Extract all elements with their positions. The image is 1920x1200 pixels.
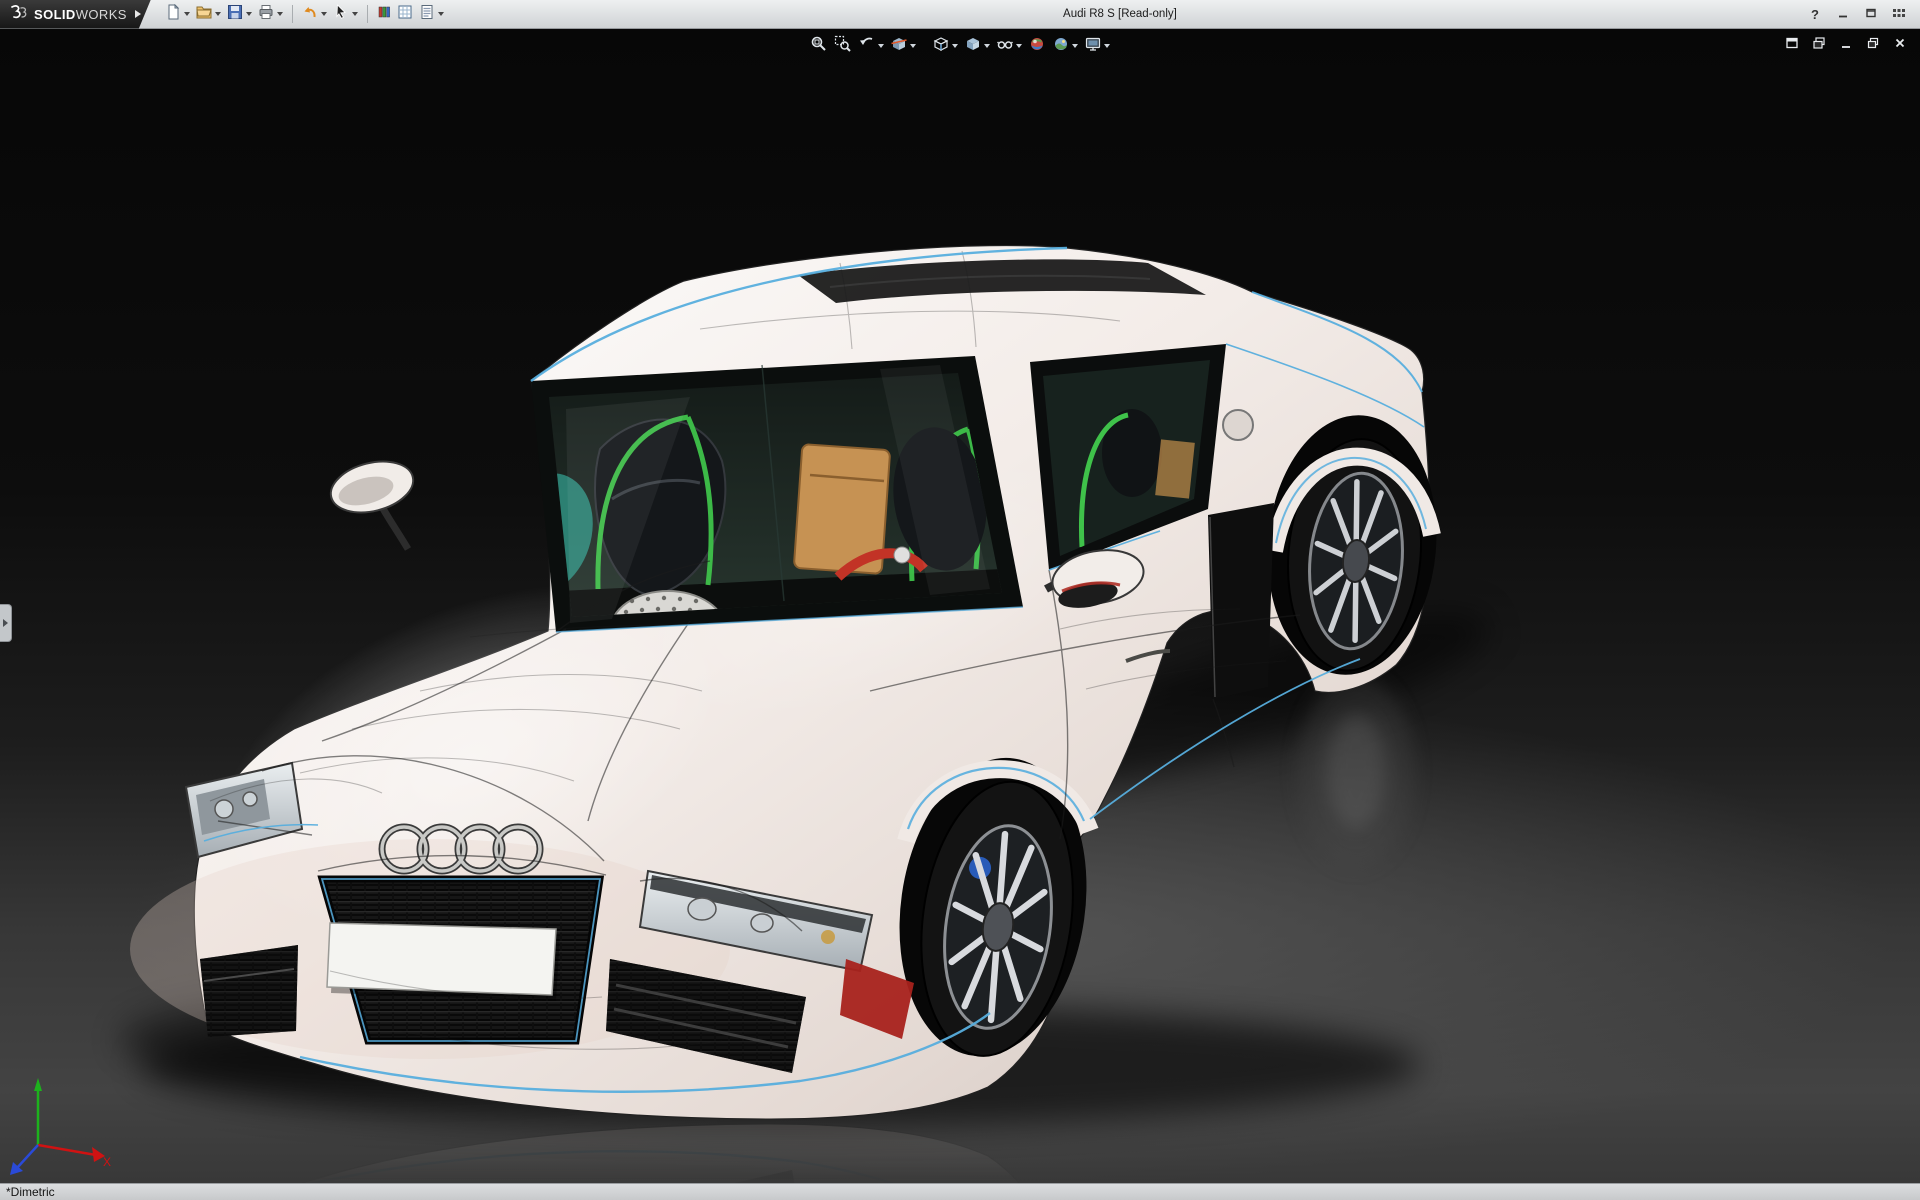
save-icon [227,4,243,25]
display-style-dropdown[interactable] [984,44,990,48]
open-dropdown[interactable] [215,12,221,16]
statusbar: *Dimetric [0,1183,1920,1200]
section-view-button[interactable] [888,34,918,58]
triad-x-label: X [103,1155,111,1169]
view-orientation-dropdown[interactable] [952,44,958,48]
model-canvas[interactable]: X [0,29,1920,1183]
hide-show-items-button[interactable] [994,34,1024,58]
previous-view-icon [858,35,876,58]
view-settings-icon [1084,35,1102,58]
arrange-windows-button[interactable] [1809,36,1829,54]
help-button[interactable]: ? [1804,4,1826,24]
featuremanager-flyout-tab[interactable] [0,604,12,642]
view-settings-dropdown[interactable] [1104,44,1110,48]
window-title: Audi R8 S [Read-only] [1063,8,1177,20]
new-document-button[interactable] [163,3,192,25]
minimize-button[interactable] [1832,4,1854,24]
flyout-arrow-icon [3,619,8,627]
apply-scene-dropdown[interactable] [1072,44,1078,48]
display-style-icon [964,35,982,58]
open-button[interactable] [194,3,223,25]
section-view-dropdown[interactable] [910,44,916,48]
help-icon: ? [1811,7,1819,22]
solidworks-logo: SOLIDWORKS [0,0,151,29]
minimize-icon [1837,7,1849,22]
undo-icon [302,4,318,25]
design-table-button[interactable] [395,3,415,25]
heads-up-view-toolbar [808,34,1112,58]
display-style-button[interactable] [962,34,992,58]
new-document-dropdown[interactable] [184,12,190,16]
file-properties-dropdown[interactable] [438,12,444,16]
minimize-document-button[interactable] [1836,36,1856,54]
appearance-ball-icon [1028,35,1046,58]
save-dropdown[interactable] [246,12,252,16]
select-dropdown[interactable] [352,12,358,16]
hide-show-items-dropdown[interactable] [1016,44,1022,48]
document-window-controls [1782,36,1910,54]
view-cube-icon [932,35,950,58]
window-minimize-icon [1839,36,1853,55]
main-toolbar [163,3,446,25]
undo-button[interactable] [300,3,329,25]
restore-document-button[interactable] [1863,36,1883,54]
toolbar-separator [292,5,293,23]
apply-scene-button[interactable] [1050,34,1080,58]
file-properties-icon [419,4,435,25]
table-sheet-icon [397,4,413,25]
grid-dots-icon [1892,7,1906,22]
print-dropdown[interactable] [277,12,283,16]
window-tile-icon [1785,36,1799,55]
new-document-icon [165,4,181,25]
new-window-button[interactable] [1782,36,1802,54]
task-pane-grid-button[interactable] [1888,4,1910,24]
previous-view-dropdown[interactable] [878,44,884,48]
file-properties-button[interactable] [417,3,446,25]
zoom-to-area-button[interactable] [832,34,854,58]
solidworks-window: SOLIDWORKS [0,0,1920,1200]
section-view-icon [890,35,908,58]
maximize-button[interactable] [1860,4,1882,24]
graphics-area[interactable]: X [0,29,1920,1183]
previous-view-button[interactable] [856,34,886,58]
title-area: Audi R8 S [Read-only] [446,8,1794,20]
color-swatches-button[interactable] [375,3,393,25]
zoom-area-icon [834,35,852,58]
undo-dropdown[interactable] [321,12,327,16]
window-controls: ? [1794,4,1920,24]
view-orientation-button[interactable] [930,34,960,58]
print-icon [258,4,274,25]
dassault-3ds-logo-icon [8,4,28,25]
maximize-restore-icon [1865,7,1877,22]
color-swatches-icon [377,4,391,25]
brand-name: SOLIDWORKS [34,7,127,22]
view-orientation-label: *Dimetric [0,1185,55,1199]
menu-expand-arrow[interactable] [135,10,141,18]
view-settings-button[interactable] [1082,34,1112,58]
print-button[interactable] [256,3,285,25]
select-cursor-icon [333,4,349,25]
zoom-fit-icon [810,35,828,58]
eye-glasses-icon [996,35,1014,58]
toolbar-separator [367,5,368,23]
apply-scene-icon [1052,35,1070,58]
window-cascade-icon [1812,36,1826,55]
window-restore-icon [1866,36,1880,55]
close-document-button[interactable] [1890,36,1910,54]
save-button[interactable] [225,3,254,25]
titlebar: SOLIDWORKS [0,0,1920,29]
edit-appearance-button[interactable] [1026,34,1048,58]
select-button[interactable] [331,3,360,25]
window-close-icon [1893,36,1907,55]
zoom-to-fit-button[interactable] [808,34,830,58]
open-folder-icon [196,4,212,25]
